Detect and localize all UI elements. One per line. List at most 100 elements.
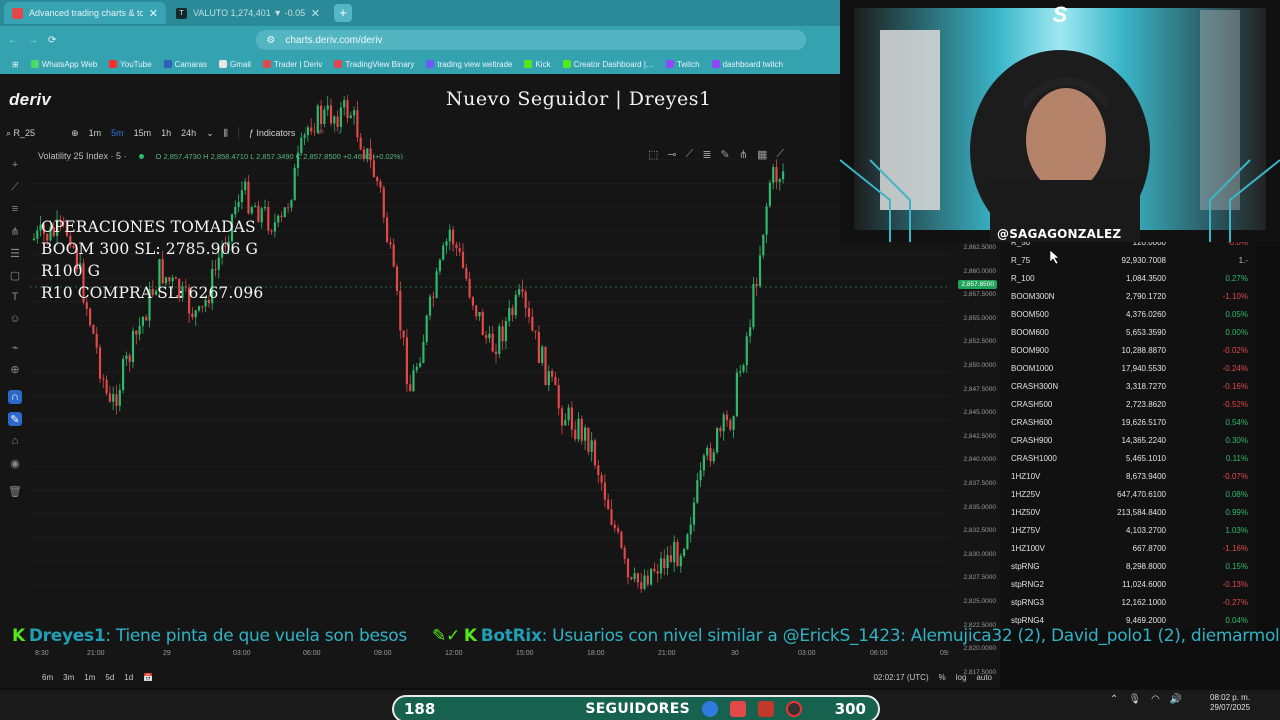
symbol-row[interactable]: 1HZ75V 4,103.2700 1.03%: [1000, 521, 1256, 539]
follower-goal: 300: [834, 700, 866, 718]
candle-body: [461, 251, 465, 268]
deriv-app-icon[interactable]: [757, 701, 774, 717]
percent-toggle[interactable]: %: [939, 673, 946, 682]
range-1d[interactable]: 1d: [124, 673, 133, 682]
close-icon[interactable]: ✕: [311, 7, 320, 20]
bookmark-item[interactable]: Gmail: [219, 60, 251, 69]
tab-tradingview[interactable]: T VALUTO 1,274,401 ▼ -0.05% Sig… ✕: [168, 2, 328, 24]
lock-icon[interactable]: ⌂: [8, 434, 22, 448]
time-axis[interactable]: 8:30 21:00 29 03:00 06:00 09:00 12:00 15:00 18:0…: [30, 650, 960, 662]
candle-body: [438, 259, 441, 272]
apps-icon[interactable]: ⊞: [12, 60, 19, 69]
symbol-row[interactable]: stpRNG2 11,024.6000 -0.13%: [1000, 575, 1256, 593]
lock-drawing-icon[interactable]: ✎: [8, 412, 22, 426]
forward-icon[interactable]: →: [28, 35, 38, 46]
range-6m[interactable]: 6m: [42, 673, 53, 682]
symbol-row[interactable]: R_100 1,084.3500 0.27%: [1000, 269, 1256, 287]
ruler-icon[interactable]: ⌁: [8, 340, 22, 354]
horizontal-lines-icon[interactable]: ≡: [8, 202, 22, 216]
range-5d[interactable]: 5d: [105, 673, 114, 682]
candle-body: [395, 266, 399, 291]
bookmark-item[interactable]: WhatsApp Web: [30, 60, 97, 69]
candle-body: [372, 160, 375, 178]
bookmark-item[interactable]: Trader | Deriv: [262, 60, 322, 69]
symbol-row[interactable]: 1HZ10V 8,673.9400 -0.07%: [1000, 467, 1256, 485]
obs-icon[interactable]: [785, 701, 802, 717]
eye-icon[interactable]: ◉: [8, 456, 22, 470]
auto-toggle[interactable]: auto: [976, 673, 992, 682]
symbol-change: 0.27%: [1225, 273, 1248, 283]
candle-body: [333, 116, 336, 124]
symbol-row[interactable]: BOOM900 10,288.8870 -0.02%: [1000, 341, 1256, 359]
rectangle-icon[interactable]: ▢: [8, 268, 22, 282]
candle-body: [141, 316, 144, 326]
url-text: charts.deriv.com/deriv: [285, 34, 383, 46]
candle-body: [587, 427, 590, 452]
zoom-icon[interactable]: ⊕: [8, 362, 22, 376]
text-icon[interactable]: T: [8, 290, 22, 304]
symbol-row[interactable]: stpRNG 8,298.8000 0.15%: [1000, 557, 1256, 575]
price-tick: 2,850.0000: [963, 362, 996, 369]
emoji-icon[interactable]: ☺: [8, 312, 22, 326]
symbol-row[interactable]: CRASH600 19,626.5170 0.54%: [1000, 413, 1256, 431]
page-info-icon[interactable]: ⚙: [266, 35, 275, 46]
symbol-row[interactable]: CRASH1000 5,465.1010 0.11%: [1000, 449, 1256, 467]
bookmark-item[interactable]: Kick: [524, 60, 551, 69]
symbol-row[interactable]: stpRNG3 12,162.1000 -0.27%: [1000, 593, 1256, 611]
symbol-change: -0.13%: [1222, 579, 1248, 589]
candle-body: [485, 335, 488, 339]
fib-icon[interactable]: ☰: [8, 246, 22, 260]
candle-body: [650, 568, 653, 585]
calendar-icon[interactable]: 📅: [143, 673, 153, 682]
symbol-row[interactable]: 1HZ100V 667.8700 -1.16%: [1000, 539, 1256, 557]
bookmark-item[interactable]: trading view weltrade: [426, 60, 512, 69]
chevron-up-icon[interactable]: ⌃: [1110, 694, 1118, 705]
symbol-row[interactable]: CRASH900 14,365.2240 0.30%: [1000, 431, 1256, 449]
mic-icon[interactable]: 🎙: [1128, 694, 1141, 705]
candle-body: [570, 407, 573, 430]
url-field[interactable]: ⚙ charts.deriv.com/deriv: [256, 30, 807, 50]
range-3m[interactable]: 3m: [63, 673, 74, 682]
candle-body: [475, 305, 478, 317]
wifi-icon[interactable]: ◠: [1151, 694, 1160, 705]
new-tab-button[interactable]: +: [334, 4, 352, 22]
bookmark-item[interactable]: Camaras: [163, 60, 207, 69]
bookmark-item[interactable]: YouTube: [109, 60, 152, 69]
candle-body: [712, 452, 715, 462]
candlestick-chart[interactable]: [30, 90, 950, 610]
candle-body: [567, 407, 570, 421]
symbol-row[interactable]: CRASH500 2,723.8620 -0.52%: [1000, 395, 1256, 413]
bookmark-item[interactable]: dashboard twitch: [711, 60, 783, 69]
bookmark-item[interactable]: TradingView Binary: [334, 60, 414, 69]
trend-line-icon[interactable]: ⟋: [8, 180, 22, 194]
tab-deriv[interactable]: Advanced trading charts & tools ✕: [4, 2, 166, 24]
symbol-row[interactable]: BOOM500 4,376.0260 0.05%: [1000, 305, 1256, 323]
symbol-row[interactable]: 1HZ25V 647,470.6100 0.08%: [1000, 485, 1256, 503]
weltrade-icon: [426, 60, 435, 68]
symbol-row[interactable]: BOOM300N 2,790.1720 -1.10%: [1000, 287, 1256, 305]
reload-icon[interactable]: ⟳: [48, 35, 56, 46]
back-icon[interactable]: ←: [8, 35, 18, 46]
bookmark-item[interactable]: Twitch: [665, 60, 700, 69]
log-toggle[interactable]: log: [956, 673, 967, 682]
symbol-row[interactable]: BOOM1000 17,940.5530 -0.24%: [1000, 359, 1256, 377]
magnet-icon[interactable]: ∩: [8, 390, 22, 404]
symbol-row[interactable]: R_75 92,930.7008 1.-: [1000, 251, 1256, 269]
crosshair-icon[interactable]: +: [8, 158, 22, 172]
symbol-row[interactable]: BOOM600 5,653.3590 0.00%: [1000, 323, 1256, 341]
close-icon[interactable]: ✕: [149, 7, 158, 20]
symbol-row[interactable]: CRASH300N 3,318.7270 -0.16%: [1000, 377, 1256, 395]
bookmark-item[interactable]: Creator Dashboard |…: [562, 60, 654, 69]
symbol-row[interactable]: 1HZ50V 213,584.8400 0.99%: [1000, 503, 1256, 521]
candle-body: [89, 308, 92, 326]
edge-icon[interactable]: [701, 701, 718, 717]
range-1m[interactable]: 1m: [84, 673, 95, 682]
system-clock[interactable]: 08:02 p. m. 29/07/2025: [1210, 693, 1250, 713]
symbol-price: 2,723.8620: [1125, 399, 1166, 409]
brave-icon[interactable]: [729, 701, 746, 717]
operations-line: OPERACIONES TOMADAS: [41, 218, 256, 236]
pitchfork-icon[interactable]: ⋔: [8, 224, 22, 238]
volume-icon[interactable]: 🔊: [1170, 694, 1182, 705]
symbol-price: 17,940.5530: [1121, 363, 1167, 373]
trash-icon[interactable]: 🗑: [8, 484, 22, 498]
